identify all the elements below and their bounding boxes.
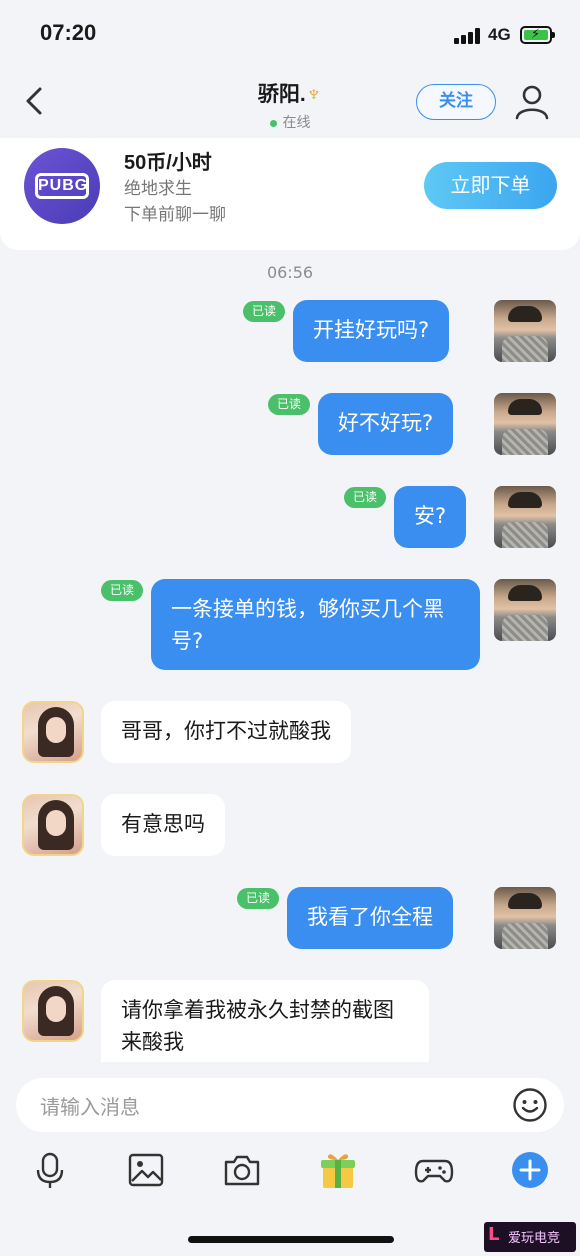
message-bubble-outgoing[interactable]: 一条接单的钱，够你买几个黑号?: [151, 579, 480, 670]
signal-icon: [454, 28, 482, 44]
status-time: 07:20: [40, 20, 97, 45]
message-bubble-outgoing[interactable]: 我看了你全程: [287, 887, 453, 949]
avatar-me[interactable]: [494, 486, 556, 548]
order-now-button[interactable]: 立即下单: [424, 162, 557, 209]
status-bar: 07:20 4G ⚡: [0, 0, 580, 70]
message-bubble-outgoing[interactable]: 开挂好玩吗?: [293, 300, 450, 362]
read-badge: 已读: [101, 580, 144, 601]
contact-name: 骄阳.: [257, 83, 306, 106]
image-icon[interactable]: [126, 1150, 166, 1190]
microphone-icon[interactable]: [30, 1150, 70, 1190]
message-input-placeholder: 请输入消息: [40, 1095, 140, 1119]
smiley-icon[interactable]: [512, 1087, 548, 1123]
service-card: PUBG 50币/小时 绝地求生 下单前聊一聊 立即下单: [0, 138, 580, 250]
follow-button[interactable]: 关注: [416, 84, 496, 120]
gamepad-icon[interactable]: [414, 1150, 454, 1190]
service-game: 绝地求生: [124, 179, 192, 199]
presence-status: 在线: [0, 112, 580, 132]
plus-icon[interactable]: [510, 1150, 550, 1190]
message-bubble-outgoing[interactable]: 安?: [394, 486, 467, 548]
gift-icon[interactable]: [318, 1150, 358, 1190]
camera-icon[interactable]: [222, 1150, 262, 1190]
avatar-contact[interactable]: [22, 980, 84, 1042]
avatar-me[interactable]: [494, 300, 556, 362]
avatar-contact[interactable]: [22, 794, 84, 856]
message-bubble-incoming[interactable]: 请你拿着我被永久封禁的截图来酸我: [101, 980, 429, 1062]
battery-icon: ⚡: [520, 26, 555, 44]
read-badge: 已读: [268, 394, 311, 415]
avatar-me[interactable]: [494, 887, 556, 949]
message-bubble-incoming[interactable]: 有意思吗: [101, 794, 225, 856]
home-indicator: [188, 1236, 394, 1243]
service-hint: 下单前聊一聊: [124, 205, 226, 225]
read-badge: 已读: [237, 888, 280, 909]
read-badge: 已读: [344, 487, 387, 508]
trident-icon: ♆: [305, 81, 323, 106]
chat-header: 骄阳.♆ 在线 关注: [0, 70, 580, 132]
read-badge: 已读: [243, 301, 286, 322]
chat-timestamp: 06:56: [266, 263, 314, 282]
avatar-me[interactable]: [494, 579, 556, 641]
network-type: 4G: [488, 25, 511, 44]
composer-toolbar: [0, 1150, 580, 1194]
message-bubble-incoming[interactable]: 哥哥，你打不过就酸我: [101, 701, 351, 763]
message-bubble-outgoing[interactable]: 好不好玩?: [318, 393, 454, 455]
user-icon[interactable]: [514, 84, 550, 120]
avatar-me[interactable]: [494, 393, 556, 455]
message-input[interactable]: 请输入消息: [16, 1078, 564, 1132]
online-dot-icon: [269, 119, 277, 127]
avatar-contact[interactable]: [22, 701, 84, 763]
game-logo: PUBG: [24, 148, 100, 224]
watermark-logo: L 爱玩电竞: [484, 1222, 576, 1252]
service-price: 50币/小时: [124, 152, 212, 174]
